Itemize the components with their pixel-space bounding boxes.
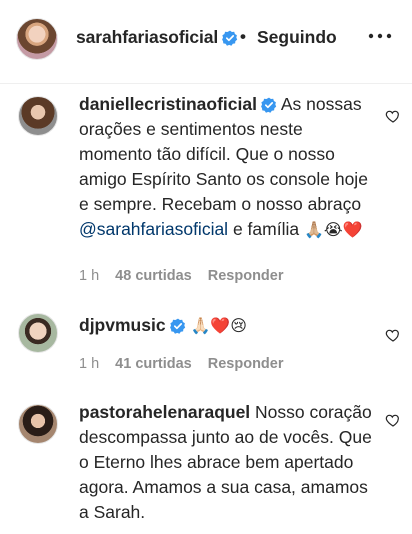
- comment-body-end: e família: [228, 219, 304, 239]
- profile-avatar[interactable]: [16, 18, 58, 60]
- commenter-username[interactable]: pastorahelenaraquel: [79, 402, 250, 422]
- like-heart-icon[interactable]: [385, 412, 401, 428]
- comment-meta: 1 h 48 curtidas Responder: [79, 268, 300, 284]
- comment-meta: 1 h 41 curtidas Responder: [79, 356, 300, 372]
- commenter-avatar[interactable]: [18, 313, 58, 353]
- mention-link[interactable]: @sarahfariasoficial: [79, 219, 228, 239]
- comment-emojis: 🙏🏼😭❤️: [303, 220, 363, 239]
- following-button[interactable]: Seguindo: [257, 27, 337, 48]
- header-separator: •: [240, 27, 246, 46]
- comment-time: 1 h: [79, 268, 100, 284]
- commenter-username[interactable]: djpvmusic: [79, 315, 166, 335]
- header-username[interactable]: sarahfariasoficial: [76, 27, 238, 48]
- commenter-avatar[interactable]: [18, 404, 58, 444]
- comment-text: daniellecristinaoficial As nossas oraçõe…: [79, 92, 379, 242]
- verified-badge-icon: [169, 318, 185, 335]
- like-heart-icon[interactable]: [385, 327, 401, 343]
- reply-button[interactable]: Responder: [208, 356, 284, 372]
- like-heart-icon[interactable]: [385, 108, 401, 124]
- comment-emojis: 🙏🏻❤️😢: [190, 316, 247, 335]
- commenter-username[interactable]: daniellecristinaoficial: [79, 94, 257, 114]
- verified-badge-icon: [261, 97, 277, 114]
- more-options-icon[interactable]: [368, 30, 392, 42]
- comment-text: pastorahelenaraquel Nosso coração descom…: [79, 400, 379, 525]
- reply-button[interactable]: Responder: [208, 268, 284, 284]
- post-header: sarahfariasoficial • Seguindo: [0, 0, 412, 84]
- comment-time: 1 h: [79, 356, 100, 372]
- verified-badge-icon: [222, 30, 238, 47]
- likes-count-link[interactable]: 41 curtidas: [115, 356, 192, 372]
- comment-text: djpvmusic 🙏🏻❤️😢: [79, 313, 379, 338]
- commenter-avatar[interactable]: [18, 96, 58, 136]
- likes-count-link[interactable]: 48 curtidas: [115, 268, 192, 284]
